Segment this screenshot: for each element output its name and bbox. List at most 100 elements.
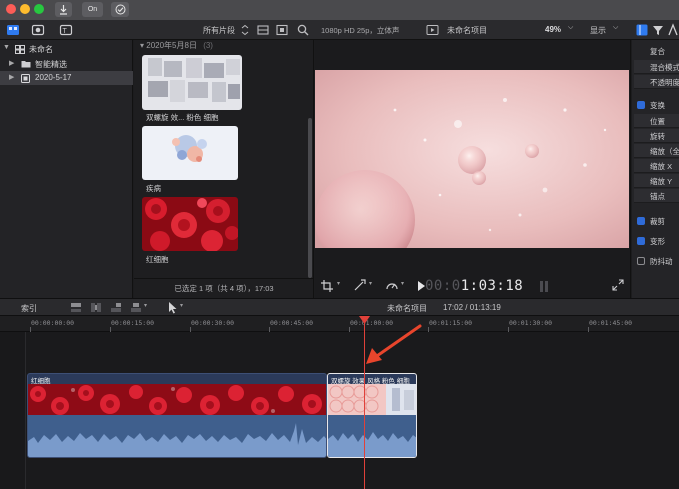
connect-clip-icon[interactable] <box>70 302 82 313</box>
inspector-row-label: 复合 <box>650 47 665 56</box>
library-icon <box>15 45 25 54</box>
chevron-down-icon[interactable]: ▾ <box>337 280 340 287</box>
disclosure-open-icon[interactable]: ▼ <box>3 44 10 51</box>
inspector-stabilization-toggle[interactable]: 防抖动 <box>634 254 679 268</box>
zoom-level-menu[interactable]: 49% <box>545 25 561 34</box>
library-sidebar: ▼ 未命名 ▶ 智能精选 ▶ 2020-5-17 <box>0 40 133 298</box>
clip-thumbnail[interactable] <box>142 126 238 180</box>
chevron-down-icon[interactable]: ⌵ <box>613 24 618 32</box>
chevron-down-icon[interactable]: ▾ <box>180 302 183 309</box>
checkbox-checked-icon[interactable] <box>637 101 645 109</box>
clip-filter-menu[interactable]: 所有片段 <box>203 25 235 36</box>
filter-funnel-icon[interactable] <box>651 23 665 37</box>
inspector-scale-y[interactable]: 缩放 Y <box>634 174 679 188</box>
checkbox-checked-icon[interactable] <box>637 217 645 225</box>
inspector-scale-all[interactable]: 缩放（全部） <box>634 144 679 158</box>
inspector-row-label: 变形 <box>650 237 665 246</box>
checkbox-checked-icon[interactable] <box>637 237 645 245</box>
background-tasks-button[interactable] <box>111 2 129 17</box>
inspector-opacity[interactable]: 不透明度 <box>634 75 679 89</box>
filter-stepper-icon[interactable] <box>240 24 250 36</box>
inspector-scale-x[interactable]: 缩放 X <box>634 159 679 173</box>
window-titlebar: On <box>0 0 679 20</box>
timeline-clip-filmstrip <box>328 384 416 415</box>
browser-scrollbar[interactable] <box>308 48 312 278</box>
viewer-panel: ▾ ▾ ▾ 00:01:03:18 <box>315 40 631 298</box>
display-menu[interactable]: 显示 <box>590 25 606 36</box>
inspector-rotation[interactable]: 旋转 <box>634 129 679 143</box>
overwrite-clip-icon[interactable] <box>130 302 142 313</box>
crop-tool-icon[interactable] <box>321 280 335 292</box>
audio-meter-icon[interactable] <box>537 279 551 293</box>
chevron-down-icon[interactable]: ▾ <box>369 280 372 287</box>
inspector-row-label: 变换 <box>650 101 665 110</box>
zoom-window-button[interactable] <box>34 4 44 14</box>
disclosure-closed-icon[interactable]: ▶ <box>9 59 14 67</box>
inspector-anchor[interactable]: 锚点 <box>634 189 679 203</box>
checkbox-unchecked-icon[interactable] <box>637 257 645 265</box>
inspector-row-label: 位置 <box>650 117 665 126</box>
transform-tool-icon[interactable] <box>353 279 367 292</box>
timeline-clip[interactable]: 红细胞 <box>27 373 327 458</box>
chevron-down-icon[interactable]: ▾ <box>401 280 404 287</box>
format-info: 1080p HD 25p，立体声 <box>321 26 400 35</box>
library-item-untitled[interactable]: ▼ 未命名 <box>0 42 133 56</box>
library-item-event-2020-5-17[interactable]: ▶ 2020-5-17 <box>0 71 133 85</box>
libraries-icon[interactable] <box>6 23 20 37</box>
effects-icon[interactable] <box>666 23 679 37</box>
date-group-header[interactable]: ▾ 2020年5月8日 (3) <box>140 40 213 51</box>
photos-audio-icon[interactable] <box>31 23 45 37</box>
clip-appearance-icon[interactable] <box>256 23 270 37</box>
fullscreen-icon[interactable] <box>612 279 624 291</box>
library-item-smart-collections[interactable]: ▶ 智能精选 <box>0 57 133 71</box>
inspector-toggle-icon[interactable] <box>635 23 649 37</box>
chevron-down-icon[interactable]: ▾ <box>144 302 147 309</box>
blurred-gray-thumbnail <box>142 55 242 110</box>
clip-thumbnail[interactable] <box>142 197 238 251</box>
inspector-transform-toggle[interactable]: 变换 <box>634 98 679 112</box>
selection-status: 已选定 1 项（共 4 项），17:03 <box>134 278 314 298</box>
inspector-blend-mode[interactable]: 混合模式 <box>634 60 679 74</box>
chevron-down-icon[interactable]: ⌵ <box>568 24 573 32</box>
audio-waveform-graphic <box>28 423 326 457</box>
inspector-row-label: 旋转 <box>650 132 665 141</box>
annotation-arrow-icon <box>366 324 422 364</box>
insert-clip-icon[interactable] <box>90 302 102 313</box>
clip-thumbnail[interactable] <box>142 55 242 110</box>
library-item-label: 2020-5-17 <box>35 73 72 82</box>
ruler-tick-label: 00:00:00:00 <box>31 319 75 327</box>
library-item-label: 未命名 <box>29 45 53 54</box>
checkmark-circle-icon <box>115 4 125 15</box>
timeline-area[interactable]: 红细胞 双螺旋 效果 风格 粉色 细胞 <box>0 332 679 489</box>
timeline-clip-name: 双螺旋 效果 风格 粉色 细胞 <box>331 378 410 385</box>
index-button[interactable]: 索引 <box>21 303 37 314</box>
ruler-tick-label: 00:00:30:00 <box>191 319 235 327</box>
titles-generators-icon[interactable]: T <box>59 23 73 37</box>
pink-bubbles-filmstrip-image <box>328 384 416 415</box>
timeline-clip-name: 红细胞 <box>31 378 51 385</box>
viewer-controls: ▾ ▾ ▾ 00:01:03:18 <box>315 274 631 298</box>
timeline-clip-selected[interactable]: 双螺旋 效果 风格 粉色 细胞 <box>327 373 417 458</box>
red-cells-filmstrip-image <box>28 384 326 415</box>
viewer-project-name: 未命名项目 <box>447 26 487 35</box>
inspector-crop-toggle[interactable]: 裁剪 <box>634 214 679 228</box>
close-window-button[interactable] <box>6 4 16 14</box>
inspector-position[interactable]: 位置 <box>634 114 679 128</box>
timeline-ruler[interactable]: 00:00:00:00 00:00:15:00 00:00:30:00 00:0… <box>0 316 679 332</box>
inspector-distort-toggle[interactable]: 变形 <box>634 234 679 248</box>
main-toolbar: T 所有片段 1080p HD 25p，立体声 未命名项目 49% ⌵ 显示 ⌵ <box>0 20 679 40</box>
import-button[interactable] <box>55 2 72 17</box>
inspector-row-label: 缩放 X <box>650 162 673 171</box>
disclosure-closed-icon[interactable]: ▶ <box>9 73 14 81</box>
minimize-window-button[interactable] <box>20 4 30 14</box>
inspector-row-label: 防抖动 <box>650 257 673 266</box>
append-clip-icon[interactable] <box>110 302 122 313</box>
search-icon[interactable] <box>296 23 310 37</box>
timeline-project-name: 未命名项目 <box>387 304 427 313</box>
keyword-button[interactable]: On <box>82 2 103 17</box>
filmstrip-icon[interactable] <box>275 23 289 37</box>
play-icon[interactable] <box>417 281 425 291</box>
select-tool-icon[interactable] <box>168 302 178 314</box>
viewer-frame[interactable] <box>315 70 629 248</box>
speed-gauge-icon[interactable] <box>385 279 399 292</box>
